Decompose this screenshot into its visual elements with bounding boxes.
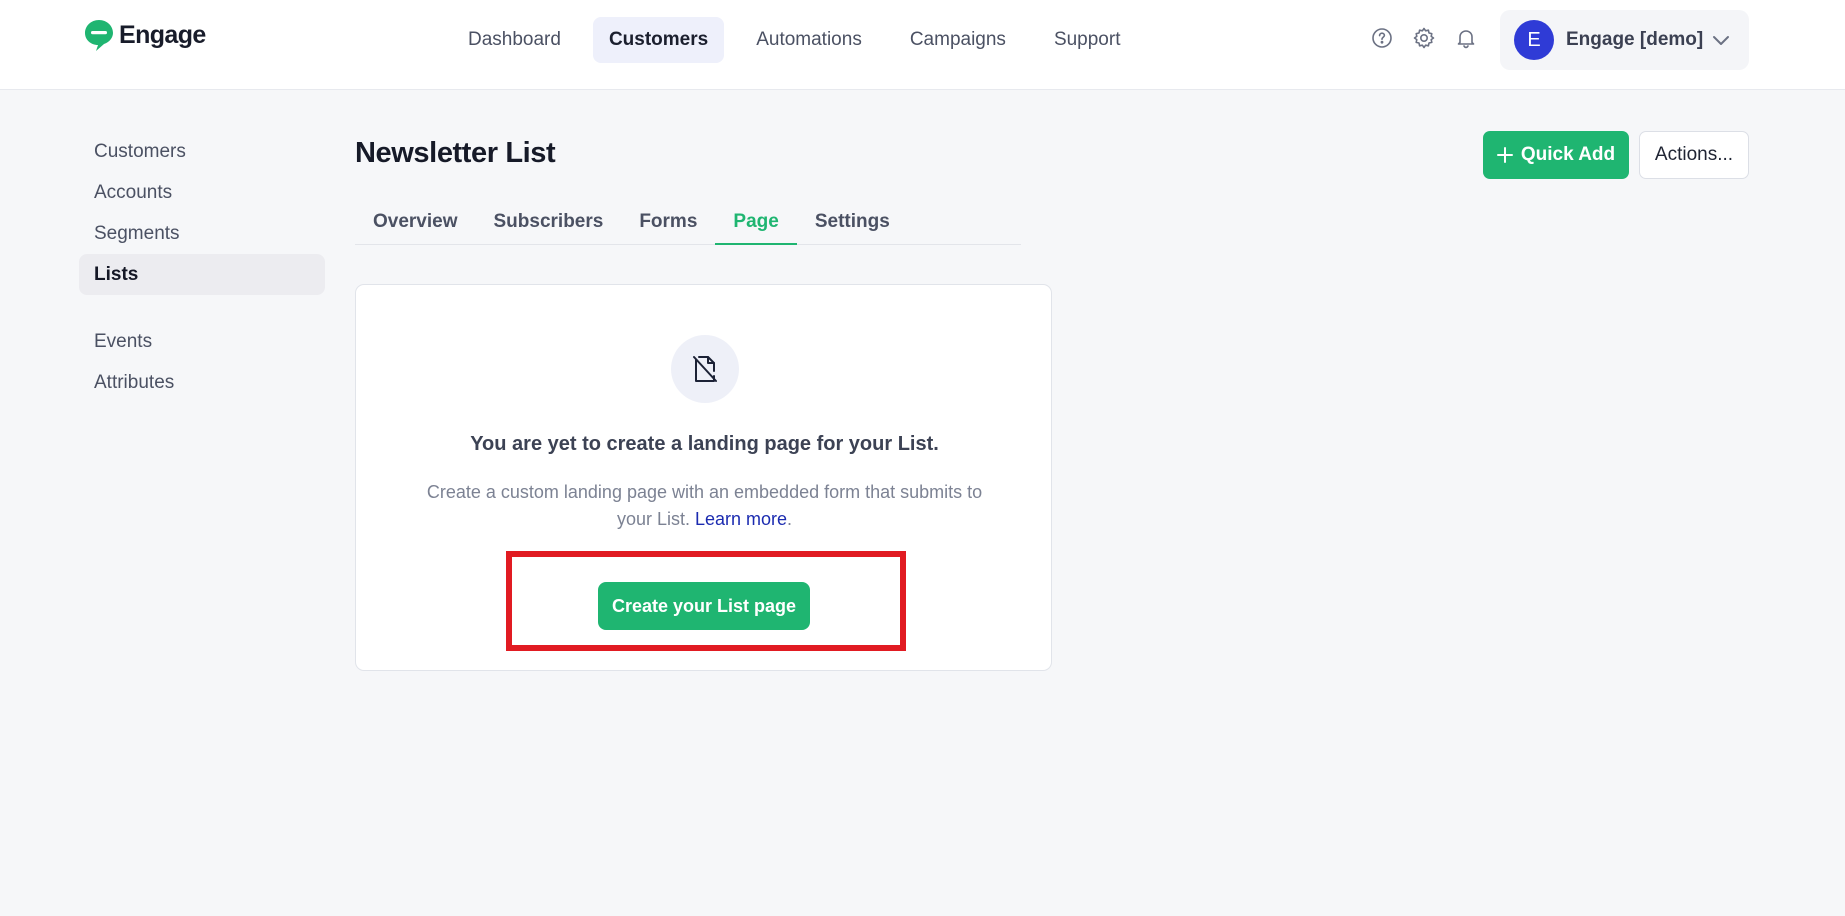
create-list-page-button[interactable]: Create your List page	[598, 582, 810, 630]
tab-overview[interactable]: Overview	[355, 200, 476, 245]
sidebar-item-events[interactable]: Events	[79, 321, 325, 362]
learn-more-link[interactable]: Learn more	[695, 509, 787, 529]
empty-state-description: Create a custom landing page with an emb…	[406, 479, 1003, 533]
engage-logo-icon	[85, 20, 113, 51]
chevron-down-icon	[1713, 36, 1729, 45]
sidebar-item-lists[interactable]: Lists	[79, 254, 325, 295]
gear-icon[interactable]	[1412, 26, 1436, 50]
help-icon[interactable]	[1370, 26, 1394, 50]
sidebar-item-attributes[interactable]: Attributes	[79, 362, 325, 403]
description-line-2: your List.	[616, 509, 690, 529]
nav-dashboard[interactable]: Dashboard	[452, 17, 577, 63]
description-line-1: Create a custom landing page with an emb…	[426, 482, 983, 502]
tab-settings[interactable]: Settings	[797, 200, 908, 245]
empty-state-card: You are yet to create a landing page for…	[355, 284, 1052, 671]
brand-logo[interactable]: Engage	[83, 18, 206, 52]
empty-state-title: You are yet to create a landing page for…	[470, 433, 939, 455]
plus-icon	[1496, 147, 1513, 163]
nav-campaigns[interactable]: Campaigns	[894, 17, 1022, 63]
no-page-icon	[671, 335, 739, 403]
tab-subscribers[interactable]: Subscribers	[476, 200, 622, 245]
list-tabs: Overview Subscribers Forms Page Settings	[355, 200, 1021, 245]
nav-customers[interactable]: Customers	[592, 17, 725, 63]
actions-button[interactable]: Actions...	[1639, 131, 1749, 179]
sidebar-item-accounts[interactable]: Accounts	[79, 172, 325, 213]
account-name: Engage [demo]	[1566, 29, 1704, 50]
header-icons	[1370, 24, 1478, 52]
tab-forms[interactable]: Forms	[621, 200, 715, 245]
quick-add-button[interactable]: Quick Add	[1483, 131, 1629, 179]
description-period: .	[787, 509, 793, 529]
nav-support[interactable]: Support	[1038, 17, 1137, 63]
nav-automations[interactable]: Automations	[740, 17, 878, 63]
quick-add-label: Quick Add	[1520, 144, 1616, 165]
tab-page[interactable]: Page	[715, 200, 797, 245]
sidebar: Customers Accounts Segments Lists Events…	[79, 131, 325, 403]
account-switcher[interactable]: E Engage [demo]	[1500, 10, 1749, 70]
sidebar-item-customers[interactable]: Customers	[79, 131, 325, 172]
bell-icon[interactable]	[1454, 26, 1478, 50]
sidebar-divider	[79, 295, 325, 321]
page-title: Newsletter List	[355, 137, 556, 169]
sidebar-item-segments[interactable]: Segments	[79, 213, 325, 254]
primary-nav: Dashboard Customers Automations Campaign…	[452, 17, 1152, 63]
top-header: Engage Dashboard Customers Automations C…	[0, 0, 1845, 90]
brand-name: Engage	[119, 20, 206, 49]
avatar: E	[1514, 20, 1554, 60]
